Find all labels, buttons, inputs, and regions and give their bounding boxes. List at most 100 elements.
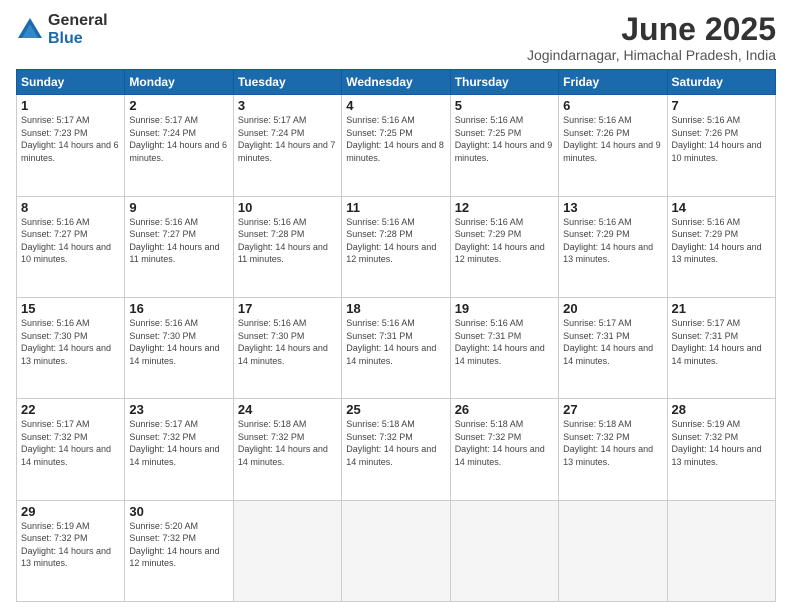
day-number: 14	[672, 200, 771, 215]
col-header-tuesday: Tuesday	[233, 70, 341, 95]
day-cell	[233, 500, 341, 601]
calendar-location: Jogindarnagar, Himachal Pradesh, India	[527, 47, 776, 63]
day-info: Sunrise: 5:17 AMSunset: 7:24 PMDaylight:…	[129, 114, 228, 164]
day-number: 13	[563, 200, 662, 215]
day-cell: 2 Sunrise: 5:17 AMSunset: 7:24 PMDayligh…	[125, 95, 233, 196]
day-cell: 17 Sunrise: 5:16 AMSunset: 7:30 PMDaylig…	[233, 297, 341, 398]
day-info: Sunrise: 5:16 AMSunset: 7:31 PMDaylight:…	[346, 317, 445, 367]
day-number: 10	[238, 200, 337, 215]
day-info: Sunrise: 5:16 AMSunset: 7:30 PMDaylight:…	[129, 317, 228, 367]
day-cell: 28 Sunrise: 5:19 AMSunset: 7:32 PMDaylig…	[667, 399, 775, 500]
logo-icon	[16, 16, 44, 44]
header: General Blue June 2025 Jogindarnagar, Hi…	[16, 12, 776, 63]
day-cell: 9 Sunrise: 5:16 AMSunset: 7:27 PMDayligh…	[125, 196, 233, 297]
day-info: Sunrise: 5:18 AMSunset: 7:32 PMDaylight:…	[455, 418, 554, 468]
day-cell: 26 Sunrise: 5:18 AMSunset: 7:32 PMDaylig…	[450, 399, 558, 500]
day-cell: 29 Sunrise: 5:19 AMSunset: 7:32 PMDaylig…	[17, 500, 125, 601]
day-info: Sunrise: 5:16 AMSunset: 7:25 PMDaylight:…	[455, 114, 554, 164]
day-cell: 20 Sunrise: 5:17 AMSunset: 7:31 PMDaylig…	[559, 297, 667, 398]
day-info: Sunrise: 5:16 AMSunset: 7:26 PMDaylight:…	[563, 114, 662, 164]
day-number: 3	[238, 98, 337, 113]
day-number: 15	[21, 301, 120, 316]
day-cell: 10 Sunrise: 5:16 AMSunset: 7:28 PMDaylig…	[233, 196, 341, 297]
day-number: 12	[455, 200, 554, 215]
day-cell: 6 Sunrise: 5:16 AMSunset: 7:26 PMDayligh…	[559, 95, 667, 196]
day-cell: 5 Sunrise: 5:16 AMSunset: 7:25 PMDayligh…	[450, 95, 558, 196]
week-row-4: 22 Sunrise: 5:17 AMSunset: 7:32 PMDaylig…	[17, 399, 776, 500]
day-cell: 3 Sunrise: 5:17 AMSunset: 7:24 PMDayligh…	[233, 95, 341, 196]
day-number: 22	[21, 402, 120, 417]
day-info: Sunrise: 5:17 AMSunset: 7:31 PMDaylight:…	[672, 317, 771, 367]
day-cell: 16 Sunrise: 5:16 AMSunset: 7:30 PMDaylig…	[125, 297, 233, 398]
day-cell: 22 Sunrise: 5:17 AMSunset: 7:32 PMDaylig…	[17, 399, 125, 500]
day-info: Sunrise: 5:19 AMSunset: 7:32 PMDaylight:…	[672, 418, 771, 468]
day-number: 24	[238, 402, 337, 417]
day-info: Sunrise: 5:19 AMSunset: 7:32 PMDaylight:…	[21, 520, 120, 570]
day-info: Sunrise: 5:16 AMSunset: 7:28 PMDaylight:…	[346, 216, 445, 266]
day-info: Sunrise: 5:17 AMSunset: 7:32 PMDaylight:…	[129, 418, 228, 468]
logo-blue-text: Blue	[48, 30, 108, 48]
day-cell	[559, 500, 667, 601]
day-info: Sunrise: 5:16 AMSunset: 7:29 PMDaylight:…	[672, 216, 771, 266]
day-info: Sunrise: 5:16 AMSunset: 7:27 PMDaylight:…	[129, 216, 228, 266]
calendar-title: June 2025	[527, 12, 776, 47]
day-cell: 27 Sunrise: 5:18 AMSunset: 7:32 PMDaylig…	[559, 399, 667, 500]
week-row-3: 15 Sunrise: 5:16 AMSunset: 7:30 PMDaylig…	[17, 297, 776, 398]
col-header-friday: Friday	[559, 70, 667, 95]
day-cell: 11 Sunrise: 5:16 AMSunset: 7:28 PMDaylig…	[342, 196, 450, 297]
day-number: 11	[346, 200, 445, 215]
day-number: 21	[672, 301, 771, 316]
page: General Blue June 2025 Jogindarnagar, Hi…	[0, 0, 792, 612]
day-info: Sunrise: 5:16 AMSunset: 7:29 PMDaylight:…	[455, 216, 554, 266]
day-number: 28	[672, 402, 771, 417]
day-info: Sunrise: 5:16 AMSunset: 7:25 PMDaylight:…	[346, 114, 445, 164]
day-number: 23	[129, 402, 228, 417]
day-number: 6	[563, 98, 662, 113]
day-info: Sunrise: 5:16 AMSunset: 7:31 PMDaylight:…	[455, 317, 554, 367]
day-number: 4	[346, 98, 445, 113]
day-number: 26	[455, 402, 554, 417]
calendar-table: SundayMondayTuesdayWednesdayThursdayFrid…	[16, 69, 776, 602]
day-cell: 18 Sunrise: 5:16 AMSunset: 7:31 PMDaylig…	[342, 297, 450, 398]
day-info: Sunrise: 5:17 AMSunset: 7:32 PMDaylight:…	[21, 418, 120, 468]
day-number: 25	[346, 402, 445, 417]
day-cell: 30 Sunrise: 5:20 AMSunset: 7:32 PMDaylig…	[125, 500, 233, 601]
day-cell: 13 Sunrise: 5:16 AMSunset: 7:29 PMDaylig…	[559, 196, 667, 297]
day-cell: 12 Sunrise: 5:16 AMSunset: 7:29 PMDaylig…	[450, 196, 558, 297]
day-cell: 15 Sunrise: 5:16 AMSunset: 7:30 PMDaylig…	[17, 297, 125, 398]
col-header-monday: Monday	[125, 70, 233, 95]
day-number: 19	[455, 301, 554, 316]
day-number: 16	[129, 301, 228, 316]
week-row-1: 1 Sunrise: 5:17 AMSunset: 7:23 PMDayligh…	[17, 95, 776, 196]
day-cell: 7 Sunrise: 5:16 AMSunset: 7:26 PMDayligh…	[667, 95, 775, 196]
day-number: 2	[129, 98, 228, 113]
calendar-header-row: SundayMondayTuesdayWednesdayThursdayFrid…	[17, 70, 776, 95]
day-info: Sunrise: 5:18 AMSunset: 7:32 PMDaylight:…	[238, 418, 337, 468]
day-number: 20	[563, 301, 662, 316]
day-number: 18	[346, 301, 445, 316]
day-number: 17	[238, 301, 337, 316]
day-cell: 1 Sunrise: 5:17 AMSunset: 7:23 PMDayligh…	[17, 95, 125, 196]
day-number: 8	[21, 200, 120, 215]
day-cell: 23 Sunrise: 5:17 AMSunset: 7:32 PMDaylig…	[125, 399, 233, 500]
day-info: Sunrise: 5:17 AMSunset: 7:23 PMDaylight:…	[21, 114, 120, 164]
day-info: Sunrise: 5:20 AMSunset: 7:32 PMDaylight:…	[129, 520, 228, 570]
day-cell	[450, 500, 558, 601]
day-number: 9	[129, 200, 228, 215]
logo: General Blue	[16, 12, 108, 47]
day-number: 29	[21, 504, 120, 519]
logo-general-text: General	[48, 12, 108, 30]
day-cell: 25 Sunrise: 5:18 AMSunset: 7:32 PMDaylig…	[342, 399, 450, 500]
day-info: Sunrise: 5:17 AMSunset: 7:24 PMDaylight:…	[238, 114, 337, 164]
day-cell: 19 Sunrise: 5:16 AMSunset: 7:31 PMDaylig…	[450, 297, 558, 398]
day-number: 5	[455, 98, 554, 113]
day-info: Sunrise: 5:16 AMSunset: 7:30 PMDaylight:…	[21, 317, 120, 367]
day-info: Sunrise: 5:18 AMSunset: 7:32 PMDaylight:…	[346, 418, 445, 468]
day-number: 27	[563, 402, 662, 417]
day-cell	[342, 500, 450, 601]
day-info: Sunrise: 5:16 AMSunset: 7:26 PMDaylight:…	[672, 114, 771, 164]
day-cell: 8 Sunrise: 5:16 AMSunset: 7:27 PMDayligh…	[17, 196, 125, 297]
day-info: Sunrise: 5:16 AMSunset: 7:30 PMDaylight:…	[238, 317, 337, 367]
day-number: 7	[672, 98, 771, 113]
day-number: 1	[21, 98, 120, 113]
